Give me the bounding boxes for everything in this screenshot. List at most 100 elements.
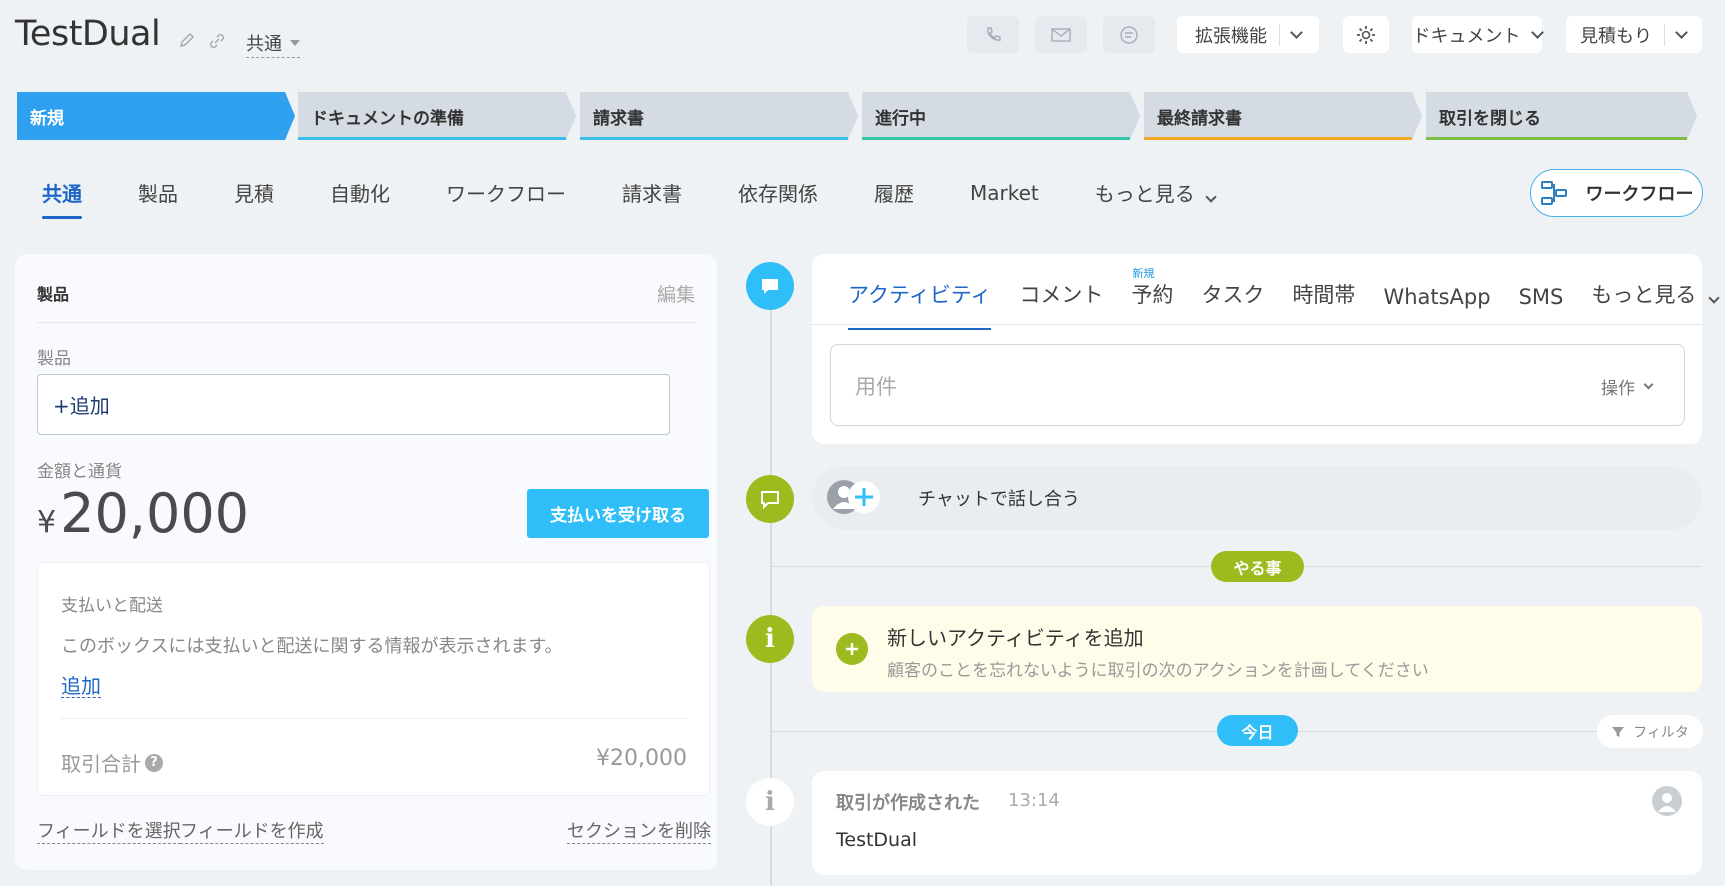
chevron-down-icon [1708,292,1721,304]
tab-comment[interactable]: コメント [1019,279,1103,329]
product-add-field[interactable]: +追加 [37,374,670,435]
tab-sms[interactable]: SMS [1519,285,1564,329]
divider [812,324,1702,325]
add-activity-subtitle: 顧客のことを忘れないように取引の次のアクションを計画してください [887,661,1429,681]
section-title: 製品 [37,285,70,304]
tab-whatsapp[interactable]: WhatsApp [1383,285,1490,329]
stage-close-deal[interactable]: 取引を閉じる [1426,92,1697,140]
estimate-button[interactable]: 見積もり [1566,16,1702,53]
divider [771,731,1601,732]
workflow-icon [1540,181,1567,205]
chevron-down-icon [1530,26,1544,39]
title-tools [178,32,226,50]
tab-activity[interactable]: アクティビティ [848,279,992,330]
tab-task[interactable]: タスク [1201,279,1264,329]
tab-booking[interactable]: 新規 予約 [1131,267,1173,329]
deal-total-label: 取引合計 ? [61,748,163,777]
history-time: 13:14 [1008,790,1060,811]
chat-bubble-icon [1120,25,1138,44]
user-avatar-icon[interactable] [1652,786,1682,816]
call-button[interactable] [967,16,1019,53]
email-button[interactable] [1035,16,1087,53]
workflow-button[interactable]: ワークフロー [1530,169,1703,217]
chevron-down-icon [1290,26,1303,39]
help-icon[interactable]: ? [145,753,163,772]
stage-label: 最終請求書 [1157,108,1242,129]
documents-button[interactable]: ドキュメント [1412,16,1544,53]
discuss-in-chat-row[interactable]: チャットで話し合う [812,466,1702,530]
tab-automation[interactable]: 自動化 [330,178,390,219]
timeline-info-dot: i [746,615,794,663]
tab-activity-more[interactable]: もっと見る [1591,279,1721,329]
documents-label: ドキュメント [1412,25,1521,47]
divider [61,718,687,719]
tab-more[interactable]: もっと見る [1094,178,1217,219]
pencil-icon[interactable] [178,32,196,50]
stage-document-prep[interactable]: ドキュメントの準備 [298,92,576,140]
history-title: 取引が作成された [836,793,980,814]
tab-history[interactable]: 履歴 [874,178,914,219]
gear-icon [1357,25,1375,44]
timeline-history-dot: i [746,778,794,826]
caret-down-icon [290,40,300,46]
tab-workflow[interactable]: ワークフロー [446,178,566,219]
stage-invoice[interactable]: 請求書 [580,92,858,140]
amount-label: 金額と通貨 [37,462,122,482]
settings-button[interactable] [1343,16,1389,53]
amount-value: 20,000 [60,482,250,545]
today-pill: 今日 [1217,715,1298,746]
tab-dependencies[interactable]: 依存関係 [738,178,818,219]
stage-in-progress[interactable]: 進行中 [862,92,1140,140]
chat-button[interactable] [1103,16,1155,53]
stage-new[interactable]: 新規 [17,92,295,140]
extensions-button[interactable]: 拡張機能 [1177,16,1319,53]
delete-section-link[interactable]: セクションを削除 [567,821,711,844]
amount-display: ¥ 20,000 [37,482,249,545]
envelope-icon [1051,27,1071,42]
add-activity-card[interactable]: 新しいアクティビティを追加 顧客のことを忘れないように取引の次のアクションを計画… [812,606,1702,692]
stage-label: 新規 [30,108,64,129]
tab-general[interactable]: 共通 [42,178,82,219]
tab-timeslot[interactable]: 時間帯 [1292,279,1355,329]
payment-delivery-box: 支払いと配送 このボックスには支払いと配送に関する情報が表示されます。 追加 取… [37,562,710,796]
stage-label: 取引を閉じる [1439,108,1541,129]
add-user-icon [827,480,880,514]
info-icon: i [765,624,775,654]
info-icon: i [765,787,775,817]
stage-bar: 新規 ドキュメントの準備 請求書 進行中 最終請求書 取引を閉じる [17,92,1697,140]
tab-products[interactable]: 製品 [138,178,178,219]
activity-tabs: アクティビティ コメント 新規 予約 タスク 時間帯 WhatsApp SMS … [848,267,1725,330]
operation-dropdown[interactable]: 操作 [1601,374,1654,399]
comment-icon [762,279,778,294]
edit-link[interactable]: 編集 [657,280,695,307]
tab-more-label: もっと見る [1094,182,1195,206]
payment-add-link[interactable]: 追加 [61,675,101,698]
tab-market[interactable]: Market [970,181,1039,217]
receive-payment-button[interactable]: 支払いを受け取る [527,489,709,538]
product-section: 製品 編集 製品 +追加 金額と通貨 ¥ 20,000 支払いを受け取る 支払い… [15,254,717,870]
filter-button[interactable]: フィルタ [1597,715,1703,748]
activity-input[interactable]: 用件 操作 [830,344,1685,426]
history-body[interactable]: TestDual [836,829,917,851]
payment-box-title: 支払いと配送 [61,596,163,616]
stage-label: 請求書 [593,108,644,129]
timeline-chat-dot [746,475,794,523]
link-icon[interactable] [208,32,226,50]
category-selector[interactable]: 共通 [246,30,300,58]
add-activity-title: 新しいアクティビティを追加 [887,626,1144,650]
deal-total-text: 取引合計 [61,752,141,776]
chat-avatars [826,479,892,517]
stage-label: ドキュメントの準備 [311,108,464,129]
select-fields-link[interactable]: フィールドを選択 [37,821,181,844]
divider [37,322,697,323]
create-field-link[interactable]: フィールドを作成 [180,821,324,844]
activity-placeholder: 用件 [855,375,897,399]
payment-box-description: このボックスには支払いと配送に関する情報が表示されます。 [61,636,563,657]
stage-final-invoice[interactable]: 最終請求書 [1144,92,1422,140]
tab-more-label: もっと見る [1591,283,1697,307]
tab-estimates[interactable]: 見積 [234,178,274,219]
workflow-button-label: ワークフロー [1585,184,1694,205]
tab-invoices[interactable]: 請求書 [622,178,682,219]
plus-icon[interactable] [836,633,868,665]
stage-label: 進行中 [875,108,926,129]
